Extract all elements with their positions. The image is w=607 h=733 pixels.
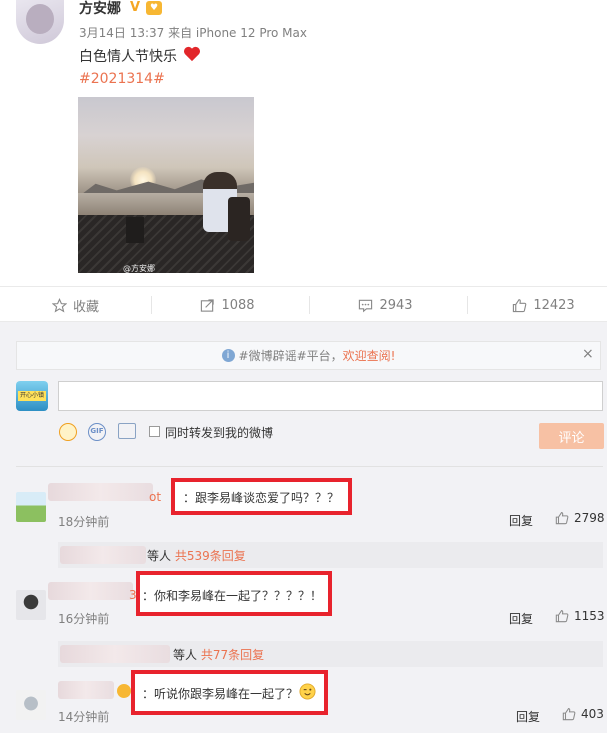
post-photo[interactable]: @方安娜: [78, 97, 254, 273]
post-meta: 3月14日 13:37 来自 iPhone 12 Pro Max: [79, 26, 307, 40]
reply-button[interactable]: 回复: [509, 610, 533, 627]
comment-like-count: 2798: [574, 511, 605, 525]
star-icon: [51, 297, 67, 312]
thumbs-up-icon: [562, 708, 576, 721]
comment-like-button[interactable]: 403: [562, 707, 604, 721]
thumbs-up-icon: [555, 610, 569, 623]
comment-like-button[interactable]: 2798: [555, 511, 605, 525]
commenter-name-blurred[interactable]: [48, 582, 133, 600]
my-avatar[interactable]: 开心小镇: [16, 381, 48, 411]
verified-icon: V: [130, 0, 141, 15]
notice-text: #微博辟谣#平台，: [238, 349, 343, 363]
sub-replies-summary[interactable]: 等人 共539条回复: [147, 547, 246, 564]
comment-text: ：你和李易峰在一起了？？？？！: [142, 589, 323, 603]
sub-replies-count[interactable]: 共77条回复: [201, 648, 264, 662]
close-icon[interactable]: ×: [582, 346, 594, 362]
gif-icon[interactable]: GIF: [88, 423, 106, 441]
comment-time: 18分钟前: [58, 515, 110, 529]
sub-replies-summary[interactable]: 等人 共77条回复: [173, 646, 264, 663]
like-count: 12423: [533, 297, 575, 313]
reply-button[interactable]: 回复: [509, 512, 533, 529]
notice-link[interactable]: 欢迎查阅!: [343, 347, 396, 364]
repost-checkbox-label: 同时转发到我的微博: [165, 426, 274, 440]
sub-replies-count[interactable]: 共539条回复: [175, 549, 246, 563]
comment-count: 2943: [379, 297, 413, 313]
comment-like-count: 1153: [574, 609, 605, 623]
rumor-notice-bar[interactable]: i #微博辟谣#平台， 欢迎查阅!: [16, 341, 601, 370]
commenter-name-suffix[interactable]: ot: [149, 490, 161, 504]
like-button[interactable]: 12423: [468, 287, 607, 323]
action-bar: 收藏 1088 2943 12423: [0, 286, 607, 322]
comment-icon: [359, 299, 373, 312]
favorite-label: 收藏: [72, 299, 99, 315]
sub-replies-prefix: 等人: [147, 549, 172, 563]
repost-icon: [201, 298, 215, 312]
comment-button[interactable]: 2943: [310, 287, 461, 323]
comment-text: ：跟李易峰谈恋爱了吗？？？: [183, 491, 340, 505]
favorite-button[interactable]: 收藏: [0, 287, 151, 323]
image-icon[interactable]: [118, 423, 136, 439]
submit-comment-button[interactable]: 评论: [539, 423, 604, 449]
comment-input[interactable]: [58, 381, 603, 411]
comment-text: ：听说你跟李易峰在一起了？: [142, 687, 299, 701]
reply-button[interactable]: 回复: [516, 708, 540, 725]
emoji-icon[interactable]: [59, 423, 77, 441]
my-avatar-label: 开心小镇: [18, 391, 46, 401]
comment-like-count: 403: [581, 707, 604, 721]
commenter-name-blurred[interactable]: [58, 681, 114, 699]
info-icon: i: [221, 349, 235, 362]
sub-reply-users-blurred: [60, 546, 146, 564]
hashtag-link[interactable]: #2021314#: [79, 71, 165, 87]
thumbs-up-icon: [555, 512, 569, 525]
author-name[interactable]: 方安娜: [79, 0, 121, 18]
sub-replies-prefix: 等人: [173, 648, 198, 662]
post-text: 白色情人节快乐: [79, 49, 177, 65]
thumbs-up-icon: [513, 298, 527, 312]
heart-icon: [184, 46, 200, 62]
repost-count: 1088: [221, 297, 255, 313]
repost-button[interactable]: 1088: [152, 287, 303, 323]
commenter-name-blurred[interactable]: [48, 483, 153, 501]
comment-time: 16分钟前: [58, 612, 110, 626]
commenter-avatar[interactable]: [16, 492, 46, 522]
repost-checkbox[interactable]: [149, 426, 160, 437]
comment-time: 14分钟前: [58, 710, 110, 724]
commenter-avatar[interactable]: [16, 590, 46, 620]
sub-reply-users-blurred: [60, 645, 170, 663]
comment-like-button[interactable]: 1153: [555, 609, 605, 623]
author-avatar[interactable]: [16, 0, 64, 44]
photo-watermark: @方安娜: [123, 264, 155, 273]
fan-badge-icon: [117, 684, 131, 698]
wink-emoji-icon: [299, 683, 316, 700]
commenter-avatar[interactable]: [16, 690, 46, 720]
fan-badge-icon: ♥: [146, 1, 162, 15]
divider: [16, 466, 603, 467]
